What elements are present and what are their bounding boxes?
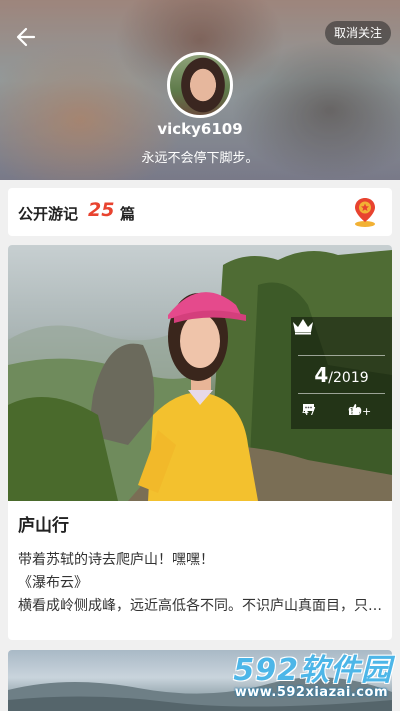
back-button[interactable] bbox=[14, 24, 44, 50]
note-date-year: /2019 bbox=[328, 370, 369, 386]
note-date-month: 4 bbox=[314, 363, 329, 387]
panel-divider bbox=[298, 393, 385, 394]
travel-count-unit: 篇 bbox=[120, 205, 136, 223]
watermark-logo: 592软件园 bbox=[233, 653, 392, 688]
comment-icon bbox=[303, 404, 314, 414]
unfollow-button[interactable]: 取消关注 bbox=[324, 21, 391, 45]
panel-divider bbox=[298, 355, 385, 356]
note-excerpt-line: 《瀑布云》 bbox=[18, 575, 88, 591]
travel-count-card: 公开游记 25 篇 bbox=[8, 188, 392, 236]
note-excerpt-line: 带着苏轼的诗去爬庐山！嘿嘿！ bbox=[18, 552, 214, 568]
avatar[interactable] bbox=[167, 52, 233, 118]
thumbs-up-icon bbox=[349, 404, 361, 415]
note-date: 4/2019 bbox=[291, 363, 392, 387]
profile-motto: 永远不会停下脚步。 bbox=[141, 151, 259, 166]
watermark: 592软件园 www.592xiazai.com bbox=[192, 645, 392, 705]
travel-cover-photo: 4/2019 47 99+ bbox=[8, 245, 392, 501]
travel-count-label: 公开游记 bbox=[18, 205, 79, 223]
crown-icon bbox=[293, 319, 313, 335]
travel-count-number: 25 bbox=[88, 199, 115, 221]
like-count-button[interactable]: 99+ bbox=[348, 403, 371, 419]
note-excerpt: 带着苏轼的诗去爬庐山！嘿嘿！ 《瀑布云》 横看成岭侧成峰，远近高低各不同。不识庐… bbox=[18, 549, 384, 618]
note-stats-panel: 4/2019 47 99+ bbox=[291, 317, 392, 429]
username: vicky6109 bbox=[157, 120, 243, 138]
note-title: 庐山行 bbox=[18, 516, 69, 536]
profile-header: 取消关注 vicky6109 永远不会停下脚步。 bbox=[0, 0, 400, 180]
travel-note-card[interactable]: 4/2019 47 99+ 庐山行 带着苏轼 bbox=[8, 245, 392, 640]
arrow-left-icon bbox=[16, 27, 36, 47]
map-button[interactable] bbox=[352, 196, 378, 228]
watermark-url: www.592xiazai.com bbox=[234, 685, 388, 700]
comment-count-button[interactable]: 47 bbox=[302, 403, 316, 419]
map-pin-icon bbox=[355, 198, 375, 227]
note-excerpt-line: 横看成岭侧成峰，远近高低各不同。不识庐山真面目，只缘身在此山中。 bbox=[18, 598, 384, 614]
